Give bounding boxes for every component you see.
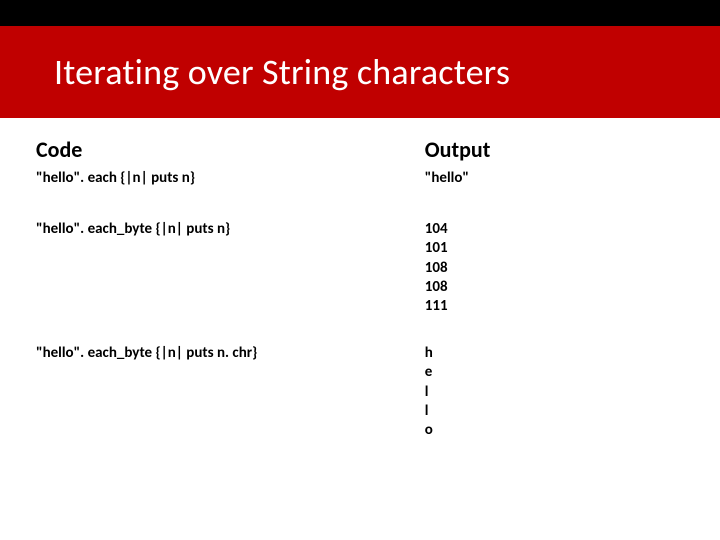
cell-code: "hello". each_byte {|n| puts n} [36,216,425,340]
table-row: "hello". each {|n| puts n} "hello" [36,165,684,216]
table-row: "hello". each_byte {|n| puts n. chr} h e… [36,340,684,440]
cell-output: h e l l o [425,340,684,440]
header-code: Code [36,136,425,165]
cell-code: "hello". each {|n| puts n} [36,165,425,216]
table-header-row: Code Output [36,136,684,165]
title-banner: Iterating over String characters [0,26,720,118]
content-area: Code Output "hello". each {|n| puts n} "… [0,118,720,440]
slide-title: Iterating over String characters [54,50,510,94]
table-row: "hello". each_byte {|n| puts n} 104 101 … [36,216,684,340]
cell-code: "hello". each_byte {|n| puts n. chr} [36,340,425,440]
header-output: Output [425,136,684,165]
cell-output: "hello" [425,165,684,216]
cell-output: 104 101 108 108 111 [425,216,684,340]
title-bar: Iterating over String characters [0,0,720,118]
code-output-table: Code Output "hello". each {|n| puts n} "… [36,136,684,440]
